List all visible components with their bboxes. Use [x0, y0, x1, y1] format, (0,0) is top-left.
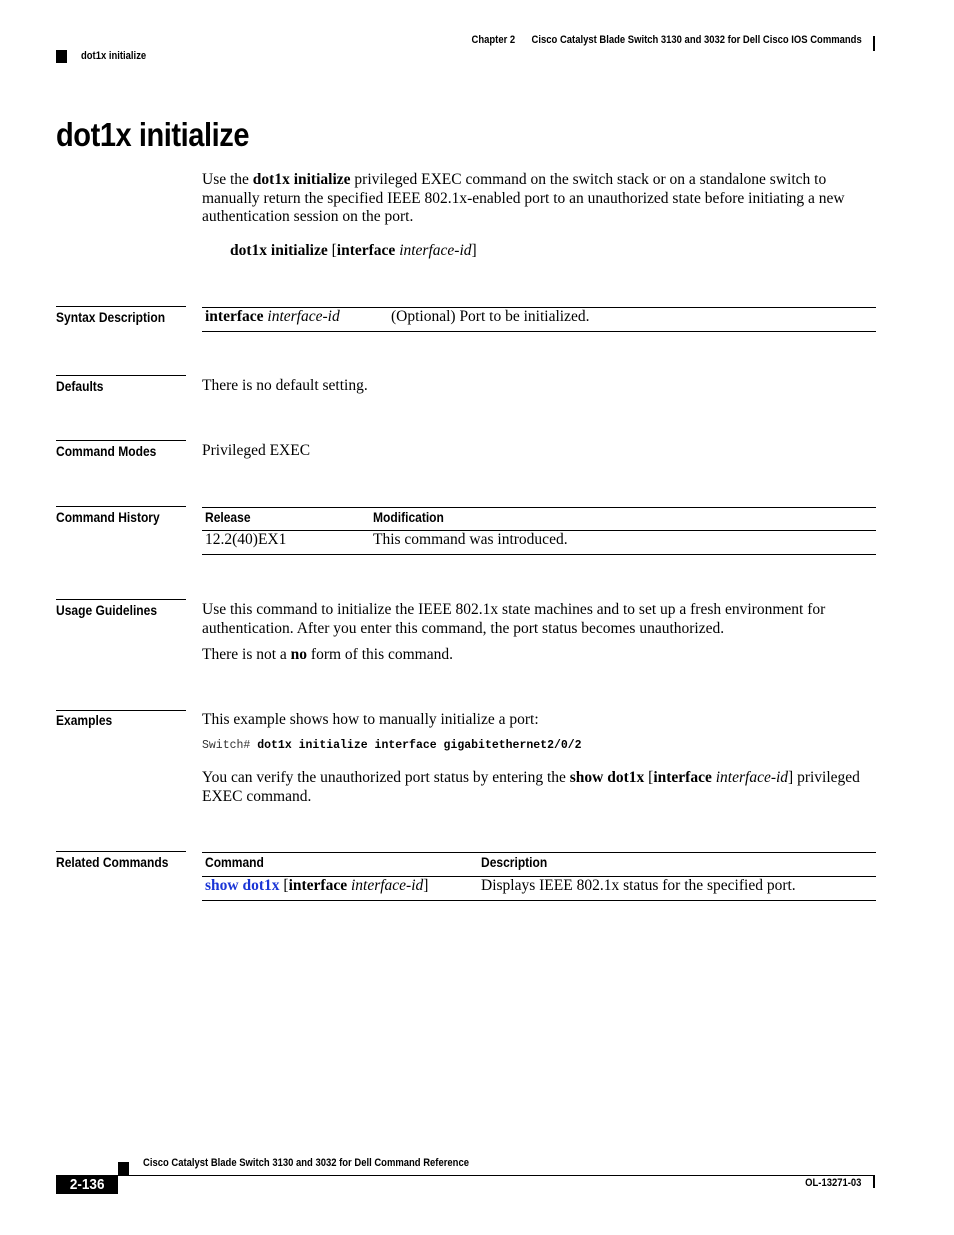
code-prompt: Switch#	[202, 739, 258, 752]
column-header-command: Command	[205, 854, 264, 870]
syntax-keyword: interface	[336, 242, 396, 259]
section-label-related-commands: Related Commands	[56, 854, 169, 870]
column-header-release: Release	[205, 509, 251, 525]
usage-no-form-note: There is not a no form of this command.	[202, 646, 453, 665]
param-keyword: interface	[205, 308, 264, 325]
intro-command: dot1x initialize	[252, 171, 351, 188]
page-header: Chapter 2 Cisco Catalyst Blade Switch 31…	[472, 34, 862, 46]
related-command-link[interactable]: show dot1x	[205, 877, 280, 894]
intro-paragraph: Use the dot1x initialize privileged EXEC…	[202, 171, 882, 227]
syntax-command: dot1x initialize	[230, 242, 328, 259]
verify-bracket-open: [	[644, 769, 654, 786]
defaults-text: There is no default setting.	[202, 377, 368, 394]
example-code: Switch# dot1x initialize interface gigab…	[202, 739, 582, 752]
syntax-desc-param: interface interface-id	[205, 308, 340, 327]
verify-keyword: interface	[653, 769, 712, 786]
footer-doc-number: OL-13271-03	[804, 1177, 861, 1189]
related-command-cell: show dot1x [interface interface-id]	[205, 877, 428, 896]
table-bottom-rule	[202, 331, 876, 332]
syntax-desc-description: (Optional) Port to be initialized.	[391, 308, 590, 325]
intro-text: Use the	[202, 171, 253, 188]
table-bottom-rule	[202, 554, 876, 555]
table-top-rule	[202, 507, 876, 508]
page-number-text: 2-136	[69, 1176, 105, 1193]
header-running-title: dot1x initialize	[81, 50, 147, 62]
verify-command: show dot1x	[569, 769, 645, 786]
section-rule	[56, 599, 186, 600]
related-command-description: Displays IEEE 802.1x status for the spec…	[481, 877, 796, 894]
code-command: dot1x initialize interface gigabitethern…	[257, 739, 582, 752]
verify-argument: interface-id	[715, 769, 789, 786]
table-top-rule	[202, 852, 876, 853]
section-label-syntax-description: Syntax Description	[56, 309, 166, 325]
note-text: There is not a	[202, 646, 291, 663]
footer-rule	[118, 1175, 874, 1176]
footer-book-title: Cisco Catalyst Blade Switch 3130 and 303…	[143, 1157, 469, 1169]
section-rule	[56, 506, 186, 507]
section-label-command-modes: Command Modes	[56, 443, 157, 459]
related-keyword: interface	[288, 877, 348, 894]
examples-intro: This example shows how to manually initi…	[202, 711, 539, 728]
page-title: dot1x initialize	[56, 116, 250, 153]
table-bottom-rule	[202, 900, 876, 901]
column-header-modification: Modification	[373, 509, 444, 525]
examples-verify-paragraph: You can verify the unauthorized port sta…	[202, 769, 862, 806]
section-label-usage-guidelines: Usage Guidelines	[56, 602, 158, 618]
section-rule	[56, 306, 186, 307]
history-modification: This command was introduced.	[373, 531, 568, 548]
verify-text: You can verify the unauthorized port sta…	[202, 769, 570, 786]
section-rule	[56, 710, 186, 711]
command-modes-text: Privileged EXEC	[202, 442, 311, 459]
section-rule	[56, 851, 186, 852]
header-marker-block	[56, 50, 67, 63]
section-label-defaults: Defaults	[56, 378, 104, 394]
header-chapter: Chapter 2	[471, 34, 516, 46]
header-vertical-rule	[873, 36, 875, 51]
footer-marker-block	[118, 1162, 129, 1176]
syntax-bracket-close: ]	[471, 242, 477, 259]
note-no-keyword: no	[290, 646, 308, 663]
syntax-bracket-open: [	[327, 242, 337, 259]
section-label-command-history: Command History	[56, 509, 160, 525]
header-book-section: Cisco Catalyst Blade Switch 3130 and 303…	[531, 34, 862, 46]
param-argument: interface-id	[267, 308, 340, 325]
related-bracket-open: [	[279, 877, 289, 894]
section-label-examples: Examples	[56, 712, 113, 728]
command-syntax: dot1x initialize [interface interface-id…	[230, 242, 477, 261]
column-header-description: Description	[481, 854, 548, 870]
footer-vertical-rule	[873, 1175, 875, 1188]
syntax-argument: interface-id	[399, 242, 472, 259]
related-argument: interface-id	[350, 877, 424, 894]
usage-paragraph: Use this command to initialize the IEEE …	[202, 601, 826, 637]
history-release: 12.2(40)EX1	[205, 531, 287, 548]
footer-page-number: 2-136	[56, 1175, 118, 1194]
section-rule	[56, 375, 186, 376]
note-text-rest: form of this command.	[307, 646, 453, 663]
related-bracket-close: ]	[423, 877, 429, 894]
section-rule	[56, 440, 186, 441]
